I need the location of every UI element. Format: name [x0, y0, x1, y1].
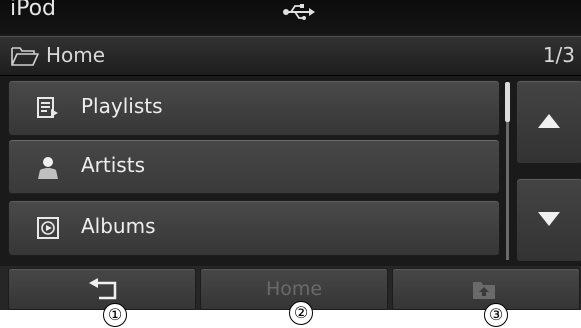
- title-bar: iPod: [0, 0, 581, 34]
- callout-3: ③: [484, 303, 508, 327]
- list-item-albums[interactable]: Albums: [8, 200, 500, 256]
- list-item-label: Albums: [81, 214, 156, 238]
- artist-icon: [38, 157, 58, 179]
- list-item-playlists[interactable]: Playlists: [8, 80, 500, 136]
- back-return-icon: [89, 278, 117, 300]
- usb-icon: [283, 4, 315, 20]
- list-item-label: Playlists: [81, 94, 163, 118]
- page-indicator: 1/3: [542, 43, 575, 67]
- arrow-up-icon: [538, 114, 560, 128]
- album-icon: [37, 217, 59, 239]
- callout-1: ①: [103, 303, 127, 327]
- back-button[interactable]: [8, 268, 196, 310]
- current-folder-label: Home: [46, 43, 106, 67]
- folder-open-icon: [11, 47, 39, 66]
- app-title: iPod: [10, 0, 57, 21]
- callout-2: ②: [289, 301, 313, 325]
- playlist-icon: [37, 97, 58, 118]
- folder-up-button[interactable]: [392, 268, 580, 310]
- scroll-down-button[interactable]: [516, 178, 581, 262]
- home-button-label: Home: [265, 278, 323, 300]
- folder-up-icon: [473, 282, 495, 299]
- ipod-screen: iPod Home 1/3 Playlists Artists Albums H…: [0, 0, 581, 310]
- arrow-down-icon: [538, 212, 560, 226]
- scrollbar-thumb[interactable]: [505, 82, 510, 122]
- list-item-artists[interactable]: Artists: [8, 139, 500, 195]
- list-item-label: Artists: [81, 153, 145, 177]
- scroll-up-button[interactable]: [516, 80, 581, 164]
- breadcrumb: Home 1/3: [0, 36, 581, 76]
